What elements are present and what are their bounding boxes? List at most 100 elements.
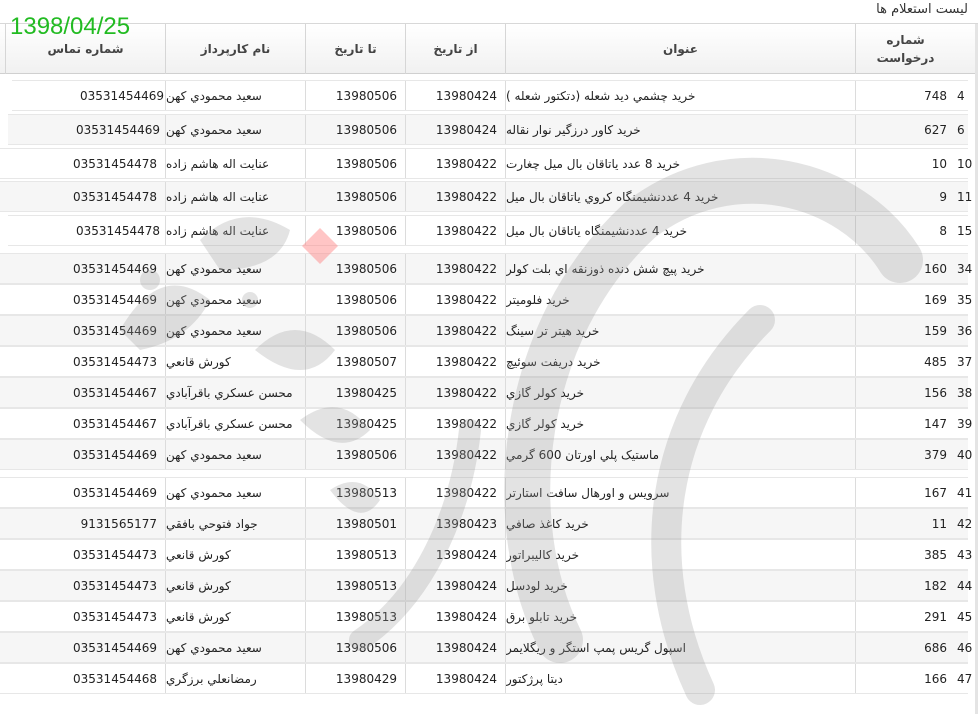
cell-phone: 03531454469 — [73, 485, 157, 500]
cell-from-date: 13980424 — [405, 664, 505, 693]
cell-phone: 03531454468 — [73, 671, 157, 686]
row-index: 40 — [957, 447, 973, 462]
cell-to-date: 13980501 — [305, 509, 405, 538]
table-row[interactable]: 43 385 خريد کاليبراتور 13980424 13980513 کورش… — [0, 539, 972, 570]
cell-from-date: 13980422 — [405, 378, 505, 407]
cell-subject: خريد کاغذ صافي — [505, 509, 855, 538]
cell-from-date: 13980422 — [405, 149, 505, 178]
row-index: 39 — [957, 416, 973, 431]
table-row[interactable]: 6 627 خريد کاور درزگير نوار نقاله 13980424 1… — [8, 114, 968, 145]
table-row[interactable]: 4 748 خريد چشمي ديد شعله (دتکتور شعله ) 139… — [12, 80, 968, 111]
table-row[interactable]: 34 160 خريد پيچ شش دنده ذوزنقه اي بلت کولر… — [0, 253, 972, 284]
cell-phone: 03531454473 — [73, 578, 157, 593]
col-header-to-date[interactable]: تا تاريخ — [305, 24, 405, 74]
cell-agent: عنايت اله هاشم زاده — [165, 216, 305, 245]
row-index: 46 — [957, 640, 973, 655]
table-row[interactable]: 36 159 خريد هيتر تر سينگ 13980422 13980506 سع… — [0, 315, 972, 346]
cell-to-date: 13980506 — [305, 254, 405, 283]
cell-request-no: 11 — [855, 509, 955, 538]
table-row[interactable]: 11 9 خريد 4 عددنشيمنگاه کروي ياتاقان بال م… — [0, 181, 972, 212]
cell-request-no: 627 — [855, 115, 955, 144]
cell-request-no: 160 — [855, 254, 955, 283]
table-row[interactable]: 37 485 خريد دريفت سوئيچ 13980422 13980507 کور… — [0, 346, 972, 377]
cell-agent: سعيد محمودي کهن — [165, 316, 305, 345]
table-row[interactable]: 15 8 خريد 4 عددنشيمنگاه ياتاقان بال ميل 139… — [8, 215, 972, 246]
cell-to-date: 13980506 — [305, 81, 405, 110]
table-row[interactable]: 41 167 سرويس و اورهال سافت استارتر 13980422… — [0, 477, 972, 508]
row-index: 42 — [957, 516, 973, 531]
cell-request-no: 159 — [855, 316, 955, 345]
cell-to-date: 13980506 — [305, 440, 405, 469]
cell-request-no: 485 — [855, 347, 955, 376]
cell-agent: کورش قانعي — [165, 347, 305, 376]
table-row[interactable]: 40 379 ماستيک پلي اورتان 600 گرمي 13980422 1… — [0, 439, 972, 470]
cell-agent: محسن عسکري باقرآبادي — [165, 409, 305, 438]
cell-from-date: 13980423 — [405, 509, 505, 538]
cell-subject: خريد تابلو برق — [505, 602, 855, 631]
table-row[interactable]: 10 10 خريد 8 عدد ياتاقان بال ميل چغارت 1398… — [0, 148, 972, 179]
cell-subject: خريد کاور درزگير نوار نقاله — [505, 115, 855, 144]
cell-request-no: 8 — [855, 216, 955, 245]
cell-to-date: 13980506 — [305, 285, 405, 314]
table-row[interactable]: 42 11 خريد کاغذ صافي 13980423 13980501 جواد ف… — [0, 508, 972, 539]
cell-phone: 03531454469 — [80, 88, 164, 103]
cell-to-date: 13980513 — [305, 571, 405, 600]
col-header-request-no[interactable]: شماره درخواست — [855, 24, 955, 74]
cell-to-date: 13980425 — [305, 409, 405, 438]
cell-subject: خريد کولر گازي — [505, 409, 855, 438]
cell-agent: عنايت اله هاشم زاده — [165, 182, 305, 211]
cell-request-no: 385 — [855, 540, 955, 569]
cell-request-no: 379 — [855, 440, 955, 469]
cell-request-no: 169 — [855, 285, 955, 314]
cell-from-date: 13980422 — [405, 254, 505, 283]
cell-to-date: 13980506 — [305, 316, 405, 345]
cell-agent: سعيد محمودي کهن — [165, 81, 305, 110]
cell-phone: 03531454473 — [73, 547, 157, 562]
cell-agent: کورش قانعي — [165, 602, 305, 631]
cell-from-date: 13980424 — [405, 571, 505, 600]
table-row[interactable]: 44 182 خريد لودسل 13980424 13980513 کورش قانع… — [0, 570, 972, 601]
row-index: 10 — [957, 156, 973, 171]
table-row[interactable]: 39 147 خريد کولر گازي 13980422 13980425 محسن … — [0, 408, 972, 439]
col-header-agent[interactable]: نام کارپرداز — [165, 24, 305, 74]
inquiry-list: لیست استعلام ها شماره درخواست عنوان از ت… — [0, 0, 978, 714]
row-index: 47 — [957, 671, 973, 686]
col-header-subject[interactable]: عنوان — [505, 24, 855, 74]
cell-from-date: 13980422 — [405, 316, 505, 345]
table-row[interactable]: 38 156 خريد کولر گازي 13980422 13980425 محسن … — [0, 377, 972, 408]
row-index: 4 — [957, 88, 965, 103]
cell-from-date: 13980422 — [405, 478, 505, 507]
table-row[interactable]: 45 291 خريد تابلو برق 13980424 13980513 کورش … — [0, 601, 972, 632]
cell-subject: اسپول گريس پمپ استگر و ريگلايمر — [505, 633, 855, 662]
cell-agent: رمضانعلي برزگري — [165, 664, 305, 693]
table-row[interactable]: 46 686 اسپول گريس پمپ استگر و ريگلايمر 1398… — [0, 632, 972, 663]
cell-agent: سعيد محمودي کهن — [165, 115, 305, 144]
table-row[interactable]: 47 166 ديتا پرژکتور 13980424 13980429 رمضانعل… — [0, 663, 972, 694]
cell-agent: سعيد محمودي کهن — [165, 440, 305, 469]
cell-to-date: 13980506 — [305, 149, 405, 178]
cell-from-date: 13980422 — [405, 285, 505, 314]
cell-phone: 03531454469 — [73, 292, 157, 307]
col-header-from-date[interactable]: از تاريخ — [405, 24, 505, 74]
cell-from-date: 13980422 — [405, 182, 505, 211]
table-row[interactable]: 35 169 خريد فلوميتر 13980422 13980506 سعيد مح… — [0, 284, 972, 315]
cell-from-date: 13980424 — [405, 81, 505, 110]
cell-from-date: 13980424 — [405, 633, 505, 662]
cell-subject: خريد لودسل — [505, 571, 855, 600]
cell-to-date: 13980506 — [305, 216, 405, 245]
cell-subject: خريد چشمي ديد شعله (دتکتور شعله ) — [505, 81, 855, 110]
cell-to-date: 13980507 — [305, 347, 405, 376]
cell-subject: خريد کاليبراتور — [505, 540, 855, 569]
cell-subject: سرويس و اورهال سافت استارتر — [505, 478, 855, 507]
cell-agent: سعيد محمودي کهن — [165, 254, 305, 283]
cell-request-no: 182 — [855, 571, 955, 600]
cell-agent: سعيد محمودي کهن — [165, 633, 305, 662]
cell-request-no: 166 — [855, 664, 955, 693]
cell-subject: ديتا پرژکتور — [505, 664, 855, 693]
row-index: 43 — [957, 547, 973, 562]
cell-from-date: 13980422 — [405, 409, 505, 438]
cell-to-date: 13980506 — [305, 633, 405, 662]
cell-agent: سعيد محمودي کهن — [165, 285, 305, 314]
cell-subject: ماستيک پلي اورتان 600 گرمي — [505, 440, 855, 469]
cell-request-no: 167 — [855, 478, 955, 507]
